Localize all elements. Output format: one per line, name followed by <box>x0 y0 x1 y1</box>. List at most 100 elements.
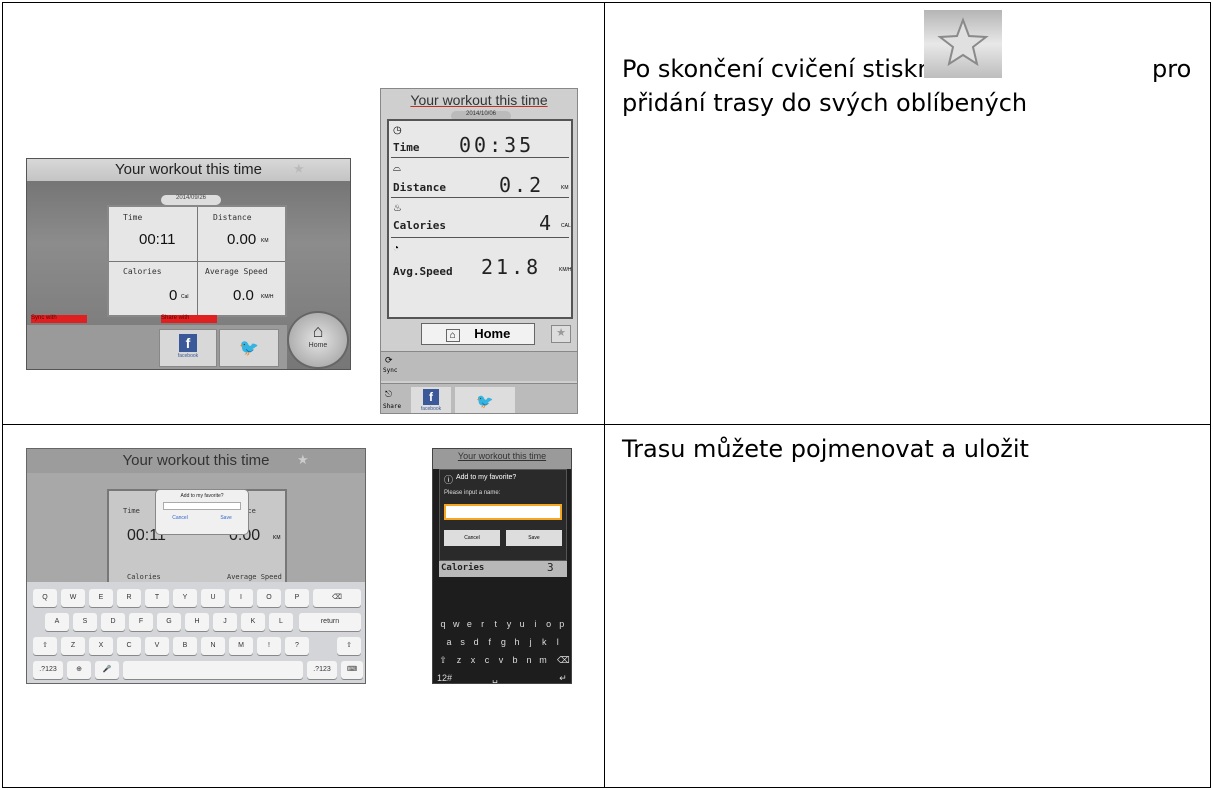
key-m[interactable]: M <box>229 637 253 655</box>
key-d[interactable]: d <box>470 637 482 647</box>
phone2-title: Your workout this time <box>457 451 547 461</box>
key-g[interactable]: G <box>157 613 181 631</box>
key-r[interactable]: R <box>117 589 141 607</box>
key-a[interactable]: A <box>45 613 69 631</box>
key-j[interactable]: j <box>525 637 537 647</box>
key-g[interactable]: g <box>497 637 509 647</box>
key-exclaim[interactable]: ! <box>257 637 281 655</box>
tablet-distance-unit: KM <box>261 238 269 244</box>
key-f[interactable]: F <box>129 613 153 631</box>
key-e[interactable]: E <box>89 589 113 607</box>
key-w[interactable]: W <box>61 589 85 607</box>
tablet-add-favorite-screenshot: Your workout this time ★ Time 00:11 ance… <box>26 448 366 684</box>
key-t[interactable]: t <box>490 619 502 629</box>
phone2-calories-label: Calories <box>441 563 485 573</box>
numbers-key[interactable]: 12# <box>437 673 452 683</box>
shift-key[interactable]: ⇧ <box>33 637 57 655</box>
key-c[interactable]: C <box>117 637 141 655</box>
key-s[interactable]: s <box>457 637 469 647</box>
key-p[interactable]: p <box>556 619 568 629</box>
key-u[interactable]: U <box>201 589 225 607</box>
key-h[interactable]: H <box>185 613 209 631</box>
key-s[interactable]: S <box>73 613 97 631</box>
key-v[interactable]: v <box>495 655 507 665</box>
tablet-home-button[interactable]: ⌂ Home <box>287 311 349 369</box>
key-b[interactable]: b <box>509 655 521 665</box>
twitter-share-button[interactable]: 🐦 <box>219 329 279 367</box>
distance-icon: ⌓ <box>393 163 401 174</box>
enter-key[interactable]: ↵ <box>557 673 569 683</box>
key-e[interactable]: e <box>463 619 475 629</box>
key-l[interactable]: L <box>269 613 293 631</box>
key-y[interactable]: y <box>503 619 515 629</box>
phone-home-button[interactable]: ⌂ Home <box>421 323 535 345</box>
phone-favorite-button[interactable]: ★ <box>551 325 571 343</box>
key-z[interactable]: Z <box>61 637 85 655</box>
phone-dialog-cancel-button[interactable]: Cancel <box>444 530 500 546</box>
phone-speed-label: Avg.Speed <box>393 265 453 278</box>
key-d[interactable]: D <box>101 613 125 631</box>
shift-key[interactable]: ⇧ <box>437 655 449 666</box>
key-i[interactable]: I <box>229 589 253 607</box>
key-k[interactable]: k <box>538 637 550 647</box>
dialog-title: Add to my favorite? <box>180 493 224 499</box>
key-question[interactable]: ? <box>285 637 309 655</box>
backspace-key[interactable]: ⌫ <box>557 655 570 666</box>
dialog-name-input[interactable] <box>163 502 241 510</box>
facebook-share-button[interactable]: f facebook <box>159 329 217 367</box>
calories-icon: ♨ <box>393 203 402 214</box>
tablet-calories-label: Calories <box>123 267 162 276</box>
phone-distance-label: Distance <box>393 181 446 194</box>
key-y[interactable]: Y <box>173 589 197 607</box>
key-m[interactable]: m <box>537 655 549 665</box>
return-key[interactable]: return <box>299 613 361 631</box>
key-q[interactable]: Q <box>33 589 57 607</box>
backspace-key[interactable]: ⌫ <box>313 589 361 607</box>
space-key[interactable]: ␣ <box>489 673 501 683</box>
key-r[interactable]: r <box>477 619 489 629</box>
key-o[interactable]: o <box>543 619 555 629</box>
numbers-key[interactable]: .?123 <box>33 661 63 679</box>
key-t[interactable]: T <box>145 589 169 607</box>
key-o[interactable]: O <box>257 589 281 607</box>
key-n[interactable]: N <box>201 637 225 655</box>
dialog-save-button[interactable]: Save <box>220 515 231 521</box>
key-w[interactable]: w <box>450 619 462 629</box>
phone-facebook-button[interactable]: f facebook <box>411 387 451 413</box>
tablet-speed-label: Average Speed <box>205 267 268 276</box>
key-q[interactable]: q <box>437 619 449 629</box>
key-a[interactable]: a <box>443 637 455 647</box>
space-key[interactable] <box>123 661 303 679</box>
hide-keyboard-key[interactable]: ⌨ <box>341 661 363 679</box>
dialog-cancel-button[interactable]: Cancel <box>172 515 188 521</box>
key-x[interactable]: x <box>467 655 479 665</box>
phone-speed-unit: KM/H <box>559 267 572 273</box>
key-c[interactable]: c <box>481 655 493 665</box>
tablet2-title: Your workout this time <box>122 452 270 469</box>
key-n[interactable]: n <box>523 655 535 665</box>
phone-speed-value: 21.8 <box>481 255 542 279</box>
shift-key-right[interactable]: ⇧ <box>337 637 361 655</box>
globe-key[interactable]: ⊕ <box>67 661 91 679</box>
key-x[interactable]: X <box>89 637 113 655</box>
key-j[interactable]: J <box>213 613 237 631</box>
key-b[interactable]: B <box>173 637 197 655</box>
key-v[interactable]: V <box>145 637 169 655</box>
key-z[interactable]: z <box>453 655 465 665</box>
mic-key[interactable]: 🎤 <box>95 661 119 679</box>
tablet-calories-value: 0 <box>169 287 178 304</box>
key-f[interactable]: f <box>484 637 496 647</box>
numbers-key-right[interactable]: .?123 <box>307 661 337 679</box>
key-p[interactable]: P <box>285 589 309 607</box>
key-u[interactable]: u <box>516 619 528 629</box>
phone-dialog-save-button[interactable]: Save <box>506 530 562 546</box>
key-i[interactable]: i <box>529 619 541 629</box>
key-k[interactable]: K <box>241 613 265 631</box>
phone-dialog-name-input[interactable] <box>444 504 562 520</box>
phone-twitter-button[interactable]: 🐦 <box>455 387 515 413</box>
row1-description-part1: Po skončení cvičení stiskněte <box>622 55 972 83</box>
phone-sync-label: Sync <box>383 367 398 374</box>
favorite-star-icon <box>924 10 1002 78</box>
key-h[interactable]: h <box>511 637 523 647</box>
key-l[interactable]: l <box>552 637 564 647</box>
